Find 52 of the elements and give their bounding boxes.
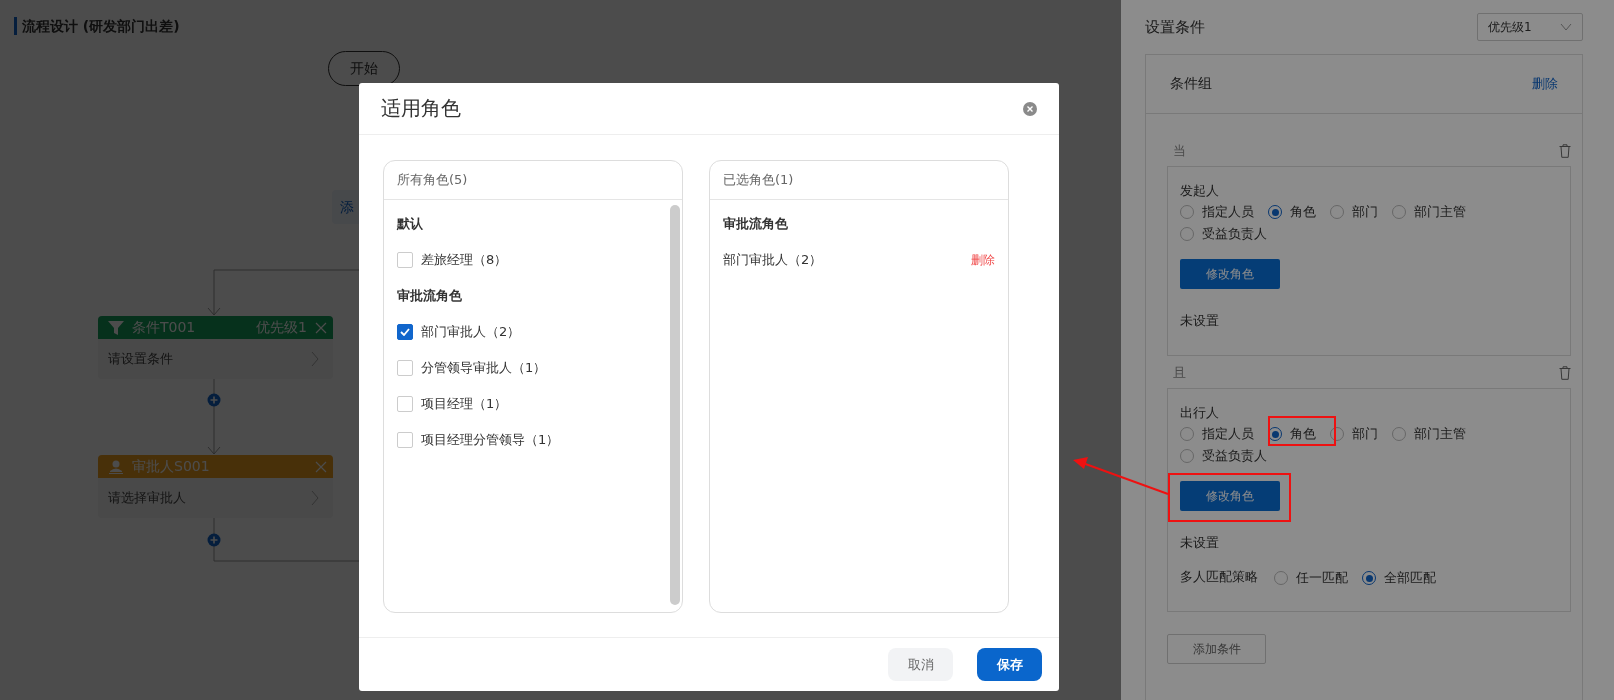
role-option[interactable]: 项目经理分管领导（1）: [397, 422, 652, 458]
edit-roles-button[interactable]: 修改角色: [1180, 481, 1280, 511]
checkmark-icon: [400, 328, 410, 336]
role-option[interactable]: 分管领导审批人（1）: [397, 350, 652, 386]
scrollbar[interactable]: [670, 205, 680, 605]
radio-option[interactable]: 受益负责人: [1180, 447, 1267, 465]
remove-link[interactable]: 删除: [971, 251, 995, 269]
field-label: 出行人: [1180, 404, 1220, 422]
status-text: 未设置: [1180, 312, 1220, 330]
condition-connector: 且: [1173, 364, 1186, 382]
role-option[interactable]: 项目经理（1）: [397, 386, 652, 422]
save-button[interactable]: 保存: [977, 648, 1042, 681]
trash-icon[interactable]: [1559, 366, 1571, 380]
group-heading: 审批流角色: [397, 287, 463, 305]
selected-role: 部门审批人（2）: [723, 251, 823, 269]
condition-connector: 当: [1173, 142, 1186, 160]
list-header: 所有角色(5): [384, 161, 682, 200]
field-label: 发起人: [1180, 182, 1220, 200]
role-option[interactable]: 差旅经理（8）: [397, 242, 652, 278]
dialog-title: 适用角色: [381, 95, 461, 122]
group-heading: 审批流角色: [723, 215, 789, 233]
priority-select[interactable]: 优先级1: [1477, 13, 1583, 41]
chevron-down-icon: [1560, 23, 1572, 31]
radio-option[interactable]: 角色: [1268, 425, 1316, 443]
close-icon[interactable]: [1023, 101, 1037, 116]
role-option[interactable]: 部门审批人（2）: [397, 314, 652, 350]
strategy-label: 多人匹配策略: [1180, 568, 1258, 586]
radio-option[interactable]: 部门: [1330, 203, 1378, 221]
list-header: 已选角色(1): [710, 161, 1008, 200]
trash-icon[interactable]: [1559, 144, 1571, 158]
delete-link[interactable]: 删除: [1532, 75, 1558, 93]
radio-option[interactable]: 部门主管: [1392, 203, 1466, 221]
radio-option[interactable]: 角色: [1268, 203, 1316, 221]
edit-roles-button[interactable]: 修改角色: [1180, 259, 1280, 289]
group-heading: 默认: [397, 215, 424, 233]
node-title: 审批人S001: [132, 457, 211, 476]
radio-option[interactable]: 全部匹配: [1362, 569, 1436, 587]
node-title: 条件T001: [132, 318, 197, 337]
status-text: 未设置: [1180, 534, 1220, 552]
radio-option[interactable]: 任一匹配: [1274, 569, 1348, 587]
cancel-button[interactable]: 取消: [888, 648, 953, 681]
panel-title: 设置条件: [1145, 17, 1205, 37]
radio-option[interactable]: 指定人员: [1180, 425, 1254, 443]
radio-option[interactable]: 部门: [1330, 425, 1378, 443]
node-priority: 优先级1: [256, 318, 307, 337]
radio-option[interactable]: 指定人员: [1180, 203, 1254, 221]
add-condition-button[interactable]: 添加条件: [1167, 634, 1266, 664]
group-title: 条件组: [1170, 75, 1212, 93]
radio-option[interactable]: 受益负责人: [1180, 225, 1267, 243]
highlight-frame: [1268, 416, 1336, 446]
radio-option[interactable]: 部门主管: [1392, 425, 1466, 443]
checkbox[interactable]: [397, 324, 413, 340]
